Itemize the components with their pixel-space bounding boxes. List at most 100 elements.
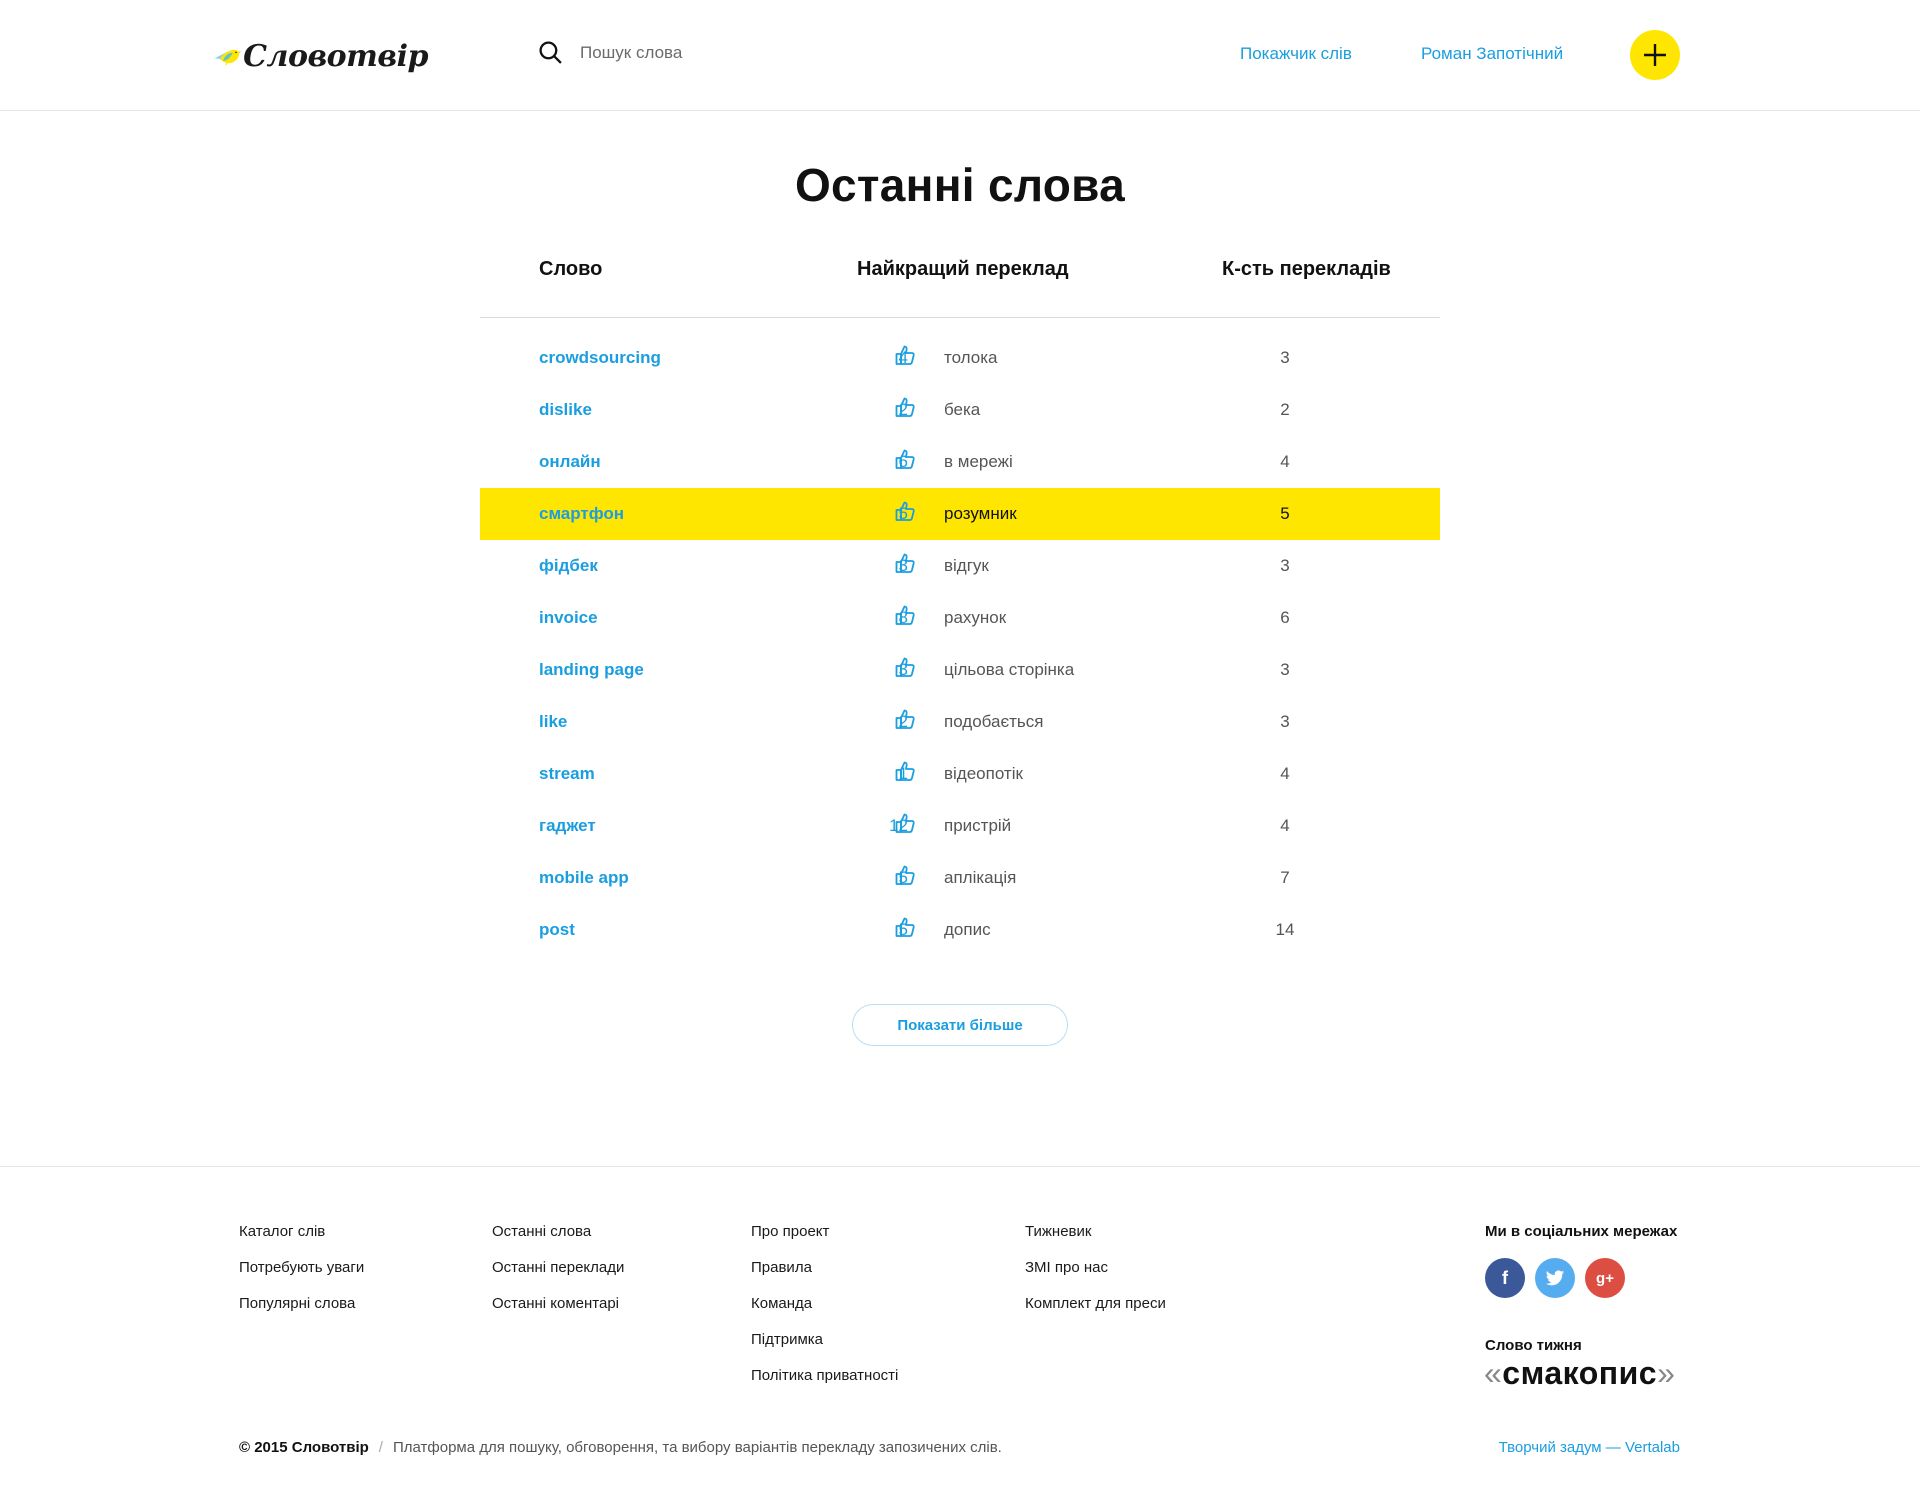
word-of-week[interactable]: «смакопис» [1484,1355,1675,1392]
translation-count: 4 [1280,816,1290,835]
search-input[interactable] [580,42,880,63]
words-table: Слово Найкращий переклад К-сть перекладі… [480,252,1440,956]
word-link[interactable]: landing page [539,660,644,680]
table-row[interactable]: crowdsourcing 4 толока 3 [480,332,1440,384]
table-row[interactable]: фідбек 3 відгук 3 [480,540,1440,592]
table-row[interactable]: mobile app 5 аплікація 7 [480,852,1440,904]
table-row[interactable]: landing page 3 цільова сторінка 3 [480,644,1440,696]
thumbs-up-icon[interactable] [895,604,915,626]
footer-link-about[interactable]: Про проект [751,1223,898,1259]
word-link[interactable]: dislike [539,400,592,420]
footer-link-support[interactable]: Підтримка [751,1331,898,1367]
table-row[interactable]: смартфон 5 розумник 5 [480,488,1440,540]
thumbs-up-icon[interactable] [895,916,915,938]
nav-word-index[interactable]: Покажчик слів [1240,44,1352,64]
footer-link-catalog[interactable]: Каталог слів [239,1223,364,1259]
thumbs-up-icon[interactable] [895,812,915,834]
word-link[interactable]: гаджет [539,816,596,836]
logo[interactable]: Словотвір [214,24,428,88]
thumbs-up-icon[interactable] [895,760,915,782]
credits-link[interactable]: Творчий задум — Vertalab [1499,1439,1680,1456]
table-row[interactable]: dislike 2 бека 2 [480,384,1440,436]
footer-column-about: Про проект Правила Команда Підтримка Пол… [751,1223,898,1403]
translation-count: 4 [1280,764,1290,783]
word-link[interactable]: stream [539,764,595,784]
thumbs-up-icon[interactable] [895,656,915,678]
facebook-icon[interactable]: f [1485,1258,1525,1298]
table-row[interactable]: stream 1 відеопотік 4 [480,748,1440,800]
footer-link-rules[interactable]: Правила [751,1259,898,1295]
twitter-icon[interactable] [1535,1258,1575,1298]
add-word-button[interactable] [1630,30,1680,80]
search-icon[interactable] [538,40,563,65]
footer-column-press: Тижневик ЗМІ про нас Комплект для преси [1025,1223,1166,1331]
footer-link-weekly[interactable]: Тижневик [1025,1223,1166,1259]
footer-link-media[interactable]: ЗМІ про нас [1025,1259,1166,1295]
footer-column-catalog: Каталог слів Потребують уваги Популярні … [239,1223,364,1331]
footer-link-need-attention[interactable]: Потребують уваги [239,1259,364,1295]
nav-user-profile[interactable]: Роман Запотічний [1421,44,1563,64]
table-body: crowdsourcing 4 толока 3 dislike 2 бека 2 онлайн… [480,332,1440,956]
word-link[interactable]: post [539,920,575,940]
translation-count: 3 [1280,712,1290,731]
word-link[interactable]: invoice [539,608,598,628]
thumbs-up-icon[interactable] [895,708,915,730]
footer-link-privacy[interactable]: Політика приватності [751,1367,898,1403]
word-link[interactable]: like [539,712,567,732]
word-link[interactable]: фідбек [539,556,598,576]
social-links: f g+ [1485,1258,1625,1298]
thumbs-up-icon[interactable] [895,396,915,418]
site-header: Словотвір Покажчик слів Роман Запотічний [0,0,1920,111]
word-link[interactable]: онлайн [539,452,601,472]
footer-link-team[interactable]: Команда [751,1295,898,1331]
thumbs-up-icon[interactable] [895,552,915,574]
table-row[interactable]: онлайн 6 в мережі 4 [480,436,1440,488]
table-row[interactable]: like 2 подобається 3 [480,696,1440,748]
search-bar [538,40,880,65]
show-more-button[interactable]: Показати більше [852,1004,1068,1046]
site-footer: Каталог слів Потребують уваги Популярні … [0,1166,1920,1493]
logo-text: Словотвір [243,38,428,74]
best-translation: в мережі [944,452,1013,471]
translation-count: 3 [1280,348,1290,367]
translation-count: 6 [1280,608,1290,627]
best-translation: толока [944,348,998,367]
copyright-text: Платформа для пошуку, обговорення, та ви… [392,1439,1002,1456]
footer-column-recent: Останні слова Останні переклади Останні … [492,1223,624,1331]
footer-link-recent-words[interactable]: Останні слова [492,1223,624,1259]
footer-link-recent-comments[interactable]: Останні коментарі [492,1295,624,1331]
word-link[interactable]: crowdsourcing [539,348,661,368]
translation-count: 14 [1275,920,1295,939]
best-translation: рахунок [944,608,1007,627]
footer-link-press-kit[interactable]: Комплект для преси [1025,1295,1166,1331]
footer-link-recent-translations[interactable]: Останні переклади [492,1259,624,1295]
translation-count: 4 [1280,452,1290,471]
word-link[interactable]: mobile app [539,868,629,888]
footer-link-popular-words[interactable]: Популярні слова [239,1295,364,1331]
word-of-week-label: Слово тижня [1485,1337,1582,1354]
best-translation: цільова сторінка [944,660,1075,679]
plus-icon [1644,44,1666,66]
best-translation: бека [944,400,981,419]
quote-close: » [1657,1355,1676,1391]
table-row[interactable]: гаджет 12 пристрій 4 [480,800,1440,852]
bird-logo-icon [214,49,242,66]
table-row[interactable]: invoice 8 рахунок 6 [480,592,1440,644]
column-header-word: Слово [539,258,603,280]
quote-open: « [1484,1355,1503,1391]
word-of-week-text: смакопис [1502,1355,1658,1391]
table-row[interactable]: post 5 допис 14 [480,904,1440,956]
table-header: Слово Найкращий переклад К-сть перекладі… [480,252,1440,318]
thumbs-up-icon[interactable] [895,448,915,470]
google-plus-icon[interactable]: g+ [1585,1258,1625,1298]
social-title: Ми в соціальних мережах [1485,1223,1678,1240]
translation-count: 7 [1280,868,1290,887]
thumbs-up-icon[interactable] [895,344,915,366]
translation-count: 3 [1280,660,1290,679]
page-title: Останні слова [794,159,1126,211]
word-link[interactable]: смартфон [539,504,624,524]
thumbs-up-icon[interactable] [895,864,915,886]
copyright-brand: © 2015 Словотвір [239,1439,369,1456]
thumbs-up-icon[interactable] [895,500,915,522]
translation-count: 5 [1280,504,1290,523]
